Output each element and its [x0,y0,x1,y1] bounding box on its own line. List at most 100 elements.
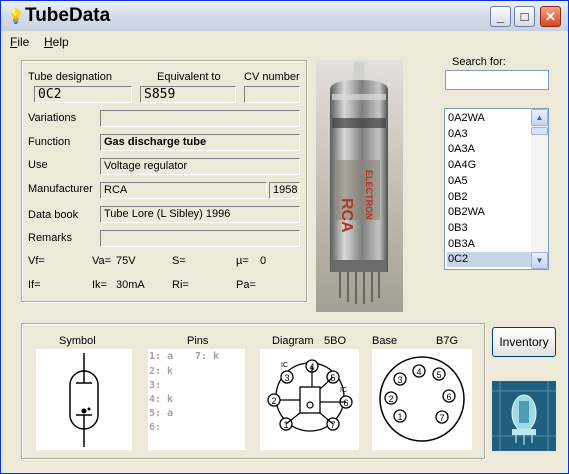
remarks-label: Remarks [28,232,73,244]
svg-text:ELECTRON: ELECTRON [364,170,374,220]
va-label: Va= [92,255,112,267]
pin-2: 2: k [149,366,174,377]
diagram-pin-1: 1 [283,420,288,430]
remarks-field[interactable] [100,230,300,247]
pinout-diagram-graphic: 1 2 3 4 5 6 7 IC IC [267,359,353,432]
diagram-label: Diagram [272,335,314,347]
ik-label: Ik= [92,279,107,291]
menu-file[interactable]: File [10,35,29,49]
equivalent-label: Equivalent to [157,71,221,83]
tube-listbox[interactable]: 0A2WA 0A3 0A3A 0A4G 0A5 0B2 0B2WA 0B3 0B3A 0C2 ▲ … [444,108,549,270]
pins-label: Pins [187,335,209,347]
pin-4: 4: k [149,394,174,405]
pin-3: 3: [149,380,162,391]
tube-photo: RCA ELECTRON [316,60,403,312]
base-pin-2: 2 [388,394,393,404]
va-value: 75V [116,255,136,267]
maximize-button[interactable]: □ [514,6,535,27]
variations-field[interactable] [100,110,300,127]
manufacturer-label: Manufacturer [28,183,93,195]
vf-label: Vf= [28,255,45,267]
app-window: 💡 TubeData _ □ ✕ File Help Tube designat… [0,0,569,474]
tube-list-item[interactable]: 0B3 [447,221,532,236]
tube-logo-icon [492,381,556,451]
chevron-up-icon: ▲ [535,113,544,122]
tube-designation-label: Tube designation [28,71,112,83]
diagram-panel: 1 2 3 4 5 6 7 IC IC [260,349,359,450]
close-button[interactable]: ✕ [540,6,561,27]
app-logo [492,381,556,451]
chevron-down-icon: ▼ [535,256,544,265]
symbol-panel [36,349,132,450]
diagram-pin-3: 3 [284,373,289,383]
mu-value: 0 [260,255,267,267]
diagram-code: 5BO [324,335,347,347]
base-label: Base [372,335,398,347]
tube-list-item[interactable]: 0A5 [447,174,532,189]
manufacturer-field[interactable]: RCA [100,182,267,199]
maximize-icon: □ [520,9,529,24]
use-field[interactable]: Voltage regulator [100,158,300,175]
base-diagram-graphic: 1 2 3 4 5 6 7 [379,356,465,442]
base-pin-3: 3 [397,375,402,385]
tube-symbol-graphic [69,353,99,447]
window-title: TubeData [25,5,111,26]
pin-1: 1: a [149,351,174,362]
ri-label: Ri= [172,279,189,291]
pin-7: 7: k [195,351,220,362]
variations-label: Variations [28,112,77,124]
function-field[interactable]: Gas discharge tube [100,134,300,151]
menu-bar: File Help [1,32,568,52]
ik-value: 30mA [116,279,145,291]
minimize-icon: _ [496,9,505,24]
diagram-pin-6: 6 [343,398,348,408]
pins-panel: 1: a 2: k 3: 4: k 5: a 6: 7: k [148,349,245,450]
search-label: Search for: [452,56,506,68]
scroll-up-button[interactable]: ▲ [531,109,548,126]
scroll-thumb[interactable] [531,127,548,135]
diagram-pin-7: 7 [330,420,335,430]
cv-number-field[interactable] [244,86,300,103]
databook-label: Data book [28,209,79,221]
base-pin-6: 6 [446,392,451,402]
tube-list-item[interactable]: 0A4G [447,158,532,173]
cv-number-label: CV number [244,71,300,83]
tube-list-item[interactable]: 0B2 [447,190,532,205]
inventory-button[interactable]: Inventory [492,327,556,357]
title-bar[interactable]: 💡 TubeData _ □ ✕ [1,1,568,31]
tube-list-item[interactable]: 0C2 [447,252,532,268]
tube-photo-graphic: RCA ELECTRON [316,60,403,312]
tube-designation-field[interactable]: 0C2 [34,86,132,103]
symbol-label: Symbol [59,335,96,347]
menu-help[interactable]: Help [44,35,69,49]
base-pin-7: 7 [439,413,444,423]
search-input[interactable] [445,70,549,90]
mu-label: µ= [236,255,249,267]
svg-text:RCA: RCA [338,198,355,233]
tube-list-item[interactable]: 0A3A [447,142,532,157]
databook-field[interactable]: Tube Lore (L Sibley) 1996 [100,206,300,223]
close-icon: ✕ [545,9,556,24]
diagram-ic-label-1: IC [281,362,288,369]
pin-5: 5: a [149,408,174,419]
year-field[interactable]: 1958 [269,182,300,199]
s-label: S= [172,255,186,267]
base-pin-1: 1 [397,412,402,422]
base-code: B7G [436,335,459,347]
diagram-pin-2: 2 [271,396,276,406]
tube-list-item[interactable]: 0B3A [447,237,532,252]
diagram-ic-label-2: IC [340,387,347,394]
function-label: Function [28,136,71,148]
minimize-button[interactable]: _ [490,6,511,27]
scroll-down-button[interactable]: ▼ [531,252,548,269]
tube-list-item[interactable]: 0B2WA [447,205,532,220]
tube-list-item[interactable]: 0A2WA [447,111,532,126]
base-panel: 1 2 3 4 5 6 7 [372,349,472,450]
use-label: Use [28,159,48,171]
tube-list-item[interactable]: 0A3 [447,127,532,142]
if-label: If= [28,279,41,291]
list-scrollbar[interactable]: ▲ ▼ [531,109,548,269]
pa-label: Pa= [236,279,256,291]
base-pin-5: 5 [436,370,441,380]
equivalent-field[interactable]: S859 [140,86,236,103]
